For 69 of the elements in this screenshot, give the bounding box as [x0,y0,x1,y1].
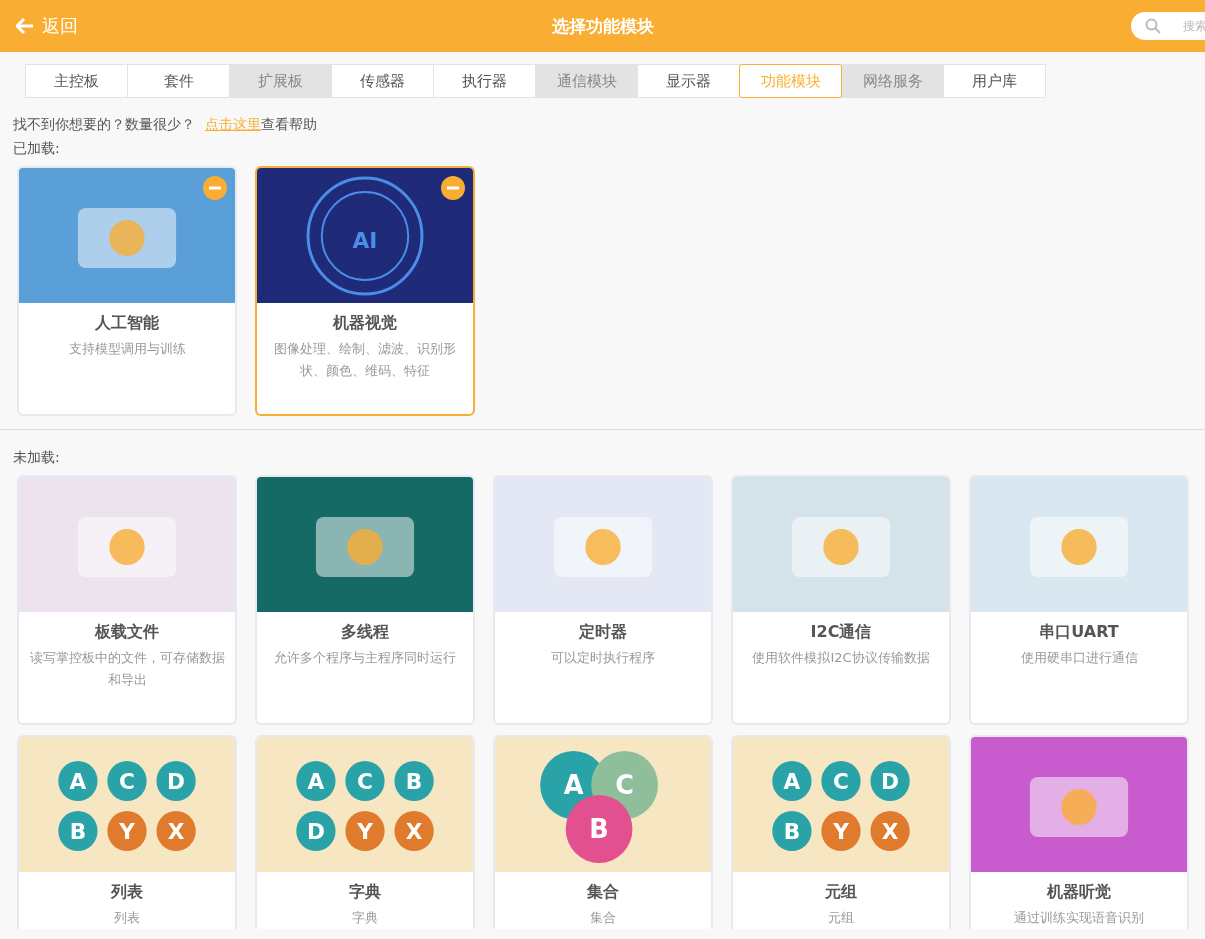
module-description: 允许多个程序与主程序同时运行 [273,649,457,667]
section-title: 已加载: [13,140,61,158]
module-title: 字典 [348,882,382,903]
letter-circle: A [772,761,812,801]
section-title: 未加载: [13,449,61,467]
module-title: 列表 [109,882,144,903]
module-description: 读写掌控板中的文件，可存储数据和导出 [28,649,226,689]
module-card[interactable]: A C D B Y X 列表 列表 [17,735,237,929]
letter-circle: Y [345,811,385,851]
letter-circle: D [870,761,910,801]
letter-circle: A [296,761,336,801]
module-title: 机器听觉 [1046,882,1112,903]
remove-icon[interactable] [441,176,465,200]
module-description: 字典 [351,909,379,927]
letter-circle: C [345,761,385,801]
module-title: 集合 [586,882,620,903]
module-title: 多线程 [340,622,390,643]
help-text: 找不到你想要的？数量很少？ 点击这里查看帮助 [13,116,318,134]
module-description: 支持模型调用与训练 [67,340,187,358]
letter-circle: A [58,761,98,801]
tab[interactable]: 显示器 [637,64,740,98]
module-card[interactable]: 定时器 可以定时执行程序 [493,475,713,725]
letter-circle: B [565,795,633,863]
tab[interactable]: 套件 [127,64,230,98]
module-description: 列表 [113,909,141,927]
page-title: 选择功能模块 [551,14,654,38]
module-description: 通过训练实现语音识别 [1013,909,1145,927]
letter-circle: B [58,811,98,851]
module-card[interactable]: A C B 集合 集合 [493,735,713,929]
module-title: I2C通信 [809,622,873,643]
letter-circle: C [821,761,861,801]
module-description: 使用软件模拟I2C协议传输数据 [751,649,931,667]
module-description: 可以定时执行程序 [550,649,656,667]
letter-circle: D [296,811,336,851]
module-description: 图像处理、绘制、滤波、识别形状、颜色、维码、特征 [273,340,457,380]
module-title: 定时器 [578,622,628,643]
module-card[interactable]: A C B D Y X 字典 字典 [255,735,475,929]
letter-circle: C [107,761,147,801]
ai-label: AI [352,227,378,254]
module-card[interactable]: 多线程 允许多个程序与主程序同时运行 [255,475,475,725]
letter-circle: B [394,761,434,801]
module-description: 元组 [827,909,855,927]
letter-circle: X [394,811,434,851]
module-description: 使用硬串口进行通信 [1019,649,1139,667]
module-title: 机器视觉 [332,313,398,334]
letter-circle: Y [107,811,147,851]
letter-circle: B [772,811,812,851]
back-arrow-icon [16,18,34,34]
letter-circle: D [156,761,196,801]
tab[interactable]: 执行器 [433,64,536,98]
module-description: 集合 [589,909,617,927]
module-card[interactable]: A C D B Y X 元组 元组 [731,735,951,929]
module-title: 元组 [824,882,858,903]
module-card[interactable]: 板载文件 读写掌控板中的文件，可存储数据和导出 [17,475,237,725]
letter-circle: X [156,811,196,851]
module-card[interactable]: 串口UART 使用硬串口进行通信 [969,475,1189,725]
module-title: 板载文件 [93,622,160,643]
module-card[interactable]: AI 机器视觉 图像处理、绘制、滤波、识别形状、颜色、维码、特征 [255,166,475,416]
letter-circle: Y [821,811,861,851]
tab[interactable]: 传感器 [331,64,434,98]
letter-circle: X [870,811,910,851]
module-card[interactable]: 机器听觉 通过训练实现语音识别 [969,735,1189,929]
module-card[interactable]: 人工智能 支持模型调用与训练 [17,166,237,416]
tab[interactable]: 用户库 [943,64,1046,98]
tab[interactable]: 主控板 [25,64,128,98]
module-title: 串口UART [1038,622,1120,643]
module-title: 人工智能 [94,313,160,334]
search-icon [1145,18,1161,34]
module-card[interactable]: I2C通信 使用软件模拟I2C协议传输数据 [731,475,951,725]
